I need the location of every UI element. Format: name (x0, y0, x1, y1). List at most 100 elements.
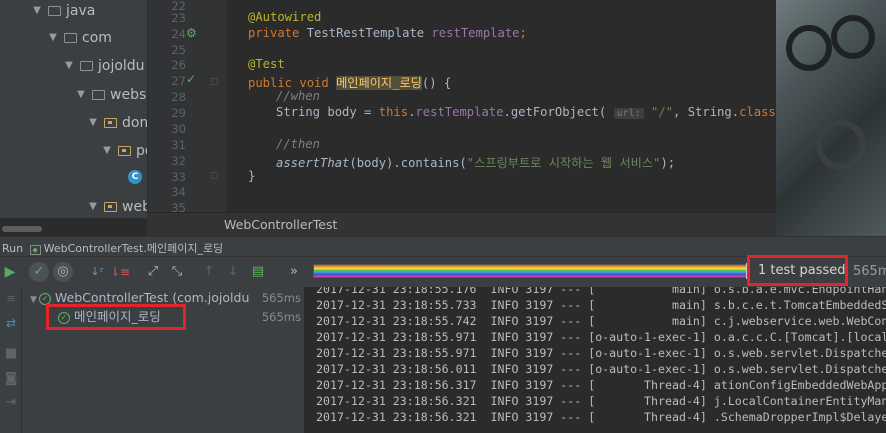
test-passed-icon: ✓ (38, 292, 51, 305)
tree-item-posts[interactable]: ▼ po (100, 140, 147, 162)
tree-item-label: java (66, 3, 96, 19)
line-number: 28 (171, 90, 186, 104)
chevron-down-icon[interactable]: ▼ (74, 84, 88, 106)
line-number: 27 (171, 74, 186, 88)
toggle-list-icon[interactable]: ≡ (1, 289, 21, 309)
test-suite-label: WebControllerTest (com.jojoldu (54, 290, 250, 305)
test-case-duration: 565ms (261, 310, 301, 324)
rerun-icon[interactable]: ▶ (0, 262, 20, 282)
class-icon[interactable]: C (128, 170, 142, 184)
keyword: public void (248, 76, 329, 90)
line-number: 34 (171, 185, 186, 199)
breadcrumb[interactable]: WebControllerTest (224, 217, 337, 232)
method-name: 메인페이지_로딩 (336, 76, 422, 90)
code-line-24: private TestRestTemplate restTemplate; (248, 26, 527, 40)
tree-item-webservice[interactable]: ▼ webse (74, 84, 147, 106)
string-literal: "스프링부트로 시작하는 웹 서비스" (466, 156, 661, 170)
code-text: , String. (673, 105, 740, 119)
previous-failed-icon[interactable]: ↑ (199, 262, 219, 282)
run-config-tab[interactable]: WebControllerTest.메인페이지_로딩 (44, 242, 224, 255)
expand-all-icon[interactable]: ⤢ (143, 262, 163, 282)
line-number: 33 (171, 170, 186, 184)
line-number: 26 (171, 58, 186, 72)
console-line: 2017-12-31 23:18:56.321 INFO 3197 --- [ … (316, 394, 886, 408)
run-config-icon: ◆ (29, 245, 41, 255)
code-editor[interactable]: @Autowired private TestRestTemplate rest… (227, 0, 776, 212)
stop-icon[interactable]: ■ (1, 344, 21, 364)
run-title: Run ◆ WebControllerTest.메인페이지_로딩 (2, 240, 223, 256)
line-number: 23 (171, 11, 186, 25)
tree-item-java[interactable]: ▼ java (30, 0, 95, 22)
field-name: restTemplate (415, 105, 504, 119)
console-output[interactable]: 2017-12-31 23:18:55.176 INFO 3197 --- [ … (305, 287, 886, 433)
test-progress-bar (313, 263, 749, 279)
tree-item-label: dom (122, 115, 147, 131)
line-number: 32 (171, 154, 186, 168)
tree-item-label: com (82, 30, 112, 46)
more-actions-icon[interactable]: » (284, 262, 304, 282)
sort-alphabetically-icon[interactable]: ↓ᶻ (87, 262, 107, 282)
console-line: 2017-12-31 23:18:55.733 INFO 3197 --- [ … (316, 298, 886, 312)
run-panel-header: Run ◆ WebControllerTest.메인페이지_로딩 (0, 236, 886, 257)
folder-icon (48, 6, 61, 16)
code-line-33: } (248, 169, 256, 183)
code-line-23: @Autowired (248, 10, 321, 24)
fold-icon[interactable]: ▢ (210, 77, 219, 87)
exit-icon[interactable]: ⇥ (1, 393, 21, 413)
code-text: String body = (276, 105, 372, 119)
tree-item-label: po (136, 143, 147, 159)
console-line: 2017-12-31 23:18:56.011 INFO 3197 --- [o… (316, 362, 886, 376)
folder-icon (92, 90, 105, 100)
method-call: assertThat (276, 156, 350, 170)
tree-item-web[interactable]: ▼ web (86, 196, 147, 218)
tree-item-label: jojoldu (98, 58, 145, 74)
run-side-toolbar: ≡ ⇄ ■ ◙ ⇥ (0, 287, 22, 433)
test-status-text: 1 test passed (758, 263, 846, 278)
code-line-31: //then (276, 137, 321, 151)
line-number: 24 (171, 27, 186, 41)
type-name: TestRestTemplate (306, 26, 425, 40)
tree-item-com[interactable]: ▼ com (46, 27, 112, 49)
test-suite-duration: 565ms (261, 291, 301, 305)
folder-icon (64, 33, 77, 43)
sort-by-duration-icon[interactable]: ⇂≡ (110, 262, 130, 282)
annotation: @Autowired (248, 10, 322, 24)
code-line-32: assertThat(body).contains("스프링부트로 시작하는 웹… (276, 153, 675, 171)
code-text: (body).contains( (349, 156, 467, 170)
console-line: 2017-12-31 23:18:55.971 INFO 3197 --- [o… (316, 346, 886, 360)
next-failed-icon[interactable]: ↓ (223, 262, 243, 282)
console-line: 2017-12-31 23:18:56.317 INFO 3197 --- [ … (316, 378, 886, 392)
keyword: this (378, 105, 409, 119)
keyword: class (739, 105, 776, 119)
show-ignored-icon[interactable]: ◎ (53, 262, 73, 282)
tree-horizontal-scrollbar[interactable] (0, 224, 147, 234)
tree-item-jojoldu[interactable]: ▼ jojoldu (62, 55, 145, 77)
export-icon[interactable]: ▤ (248, 262, 268, 282)
console-line: 2017-12-31 23:18:55.742 INFO 3197 --- [ … (316, 314, 886, 328)
chevron-down-icon[interactable]: ▼ (46, 27, 60, 49)
bean-run-icon[interactable]: ⚙ (186, 26, 197, 40)
tree-item-label: web (122, 199, 147, 215)
fold-icon[interactable]: ▢ (210, 171, 219, 181)
line-number: 31 (171, 138, 186, 152)
chevron-down-icon[interactable]: ▼ (86, 196, 100, 218)
tree-item-domain[interactable]: ▼ dom (86, 112, 147, 134)
test-passed-gutter-icon[interactable]: ✓ (186, 72, 196, 86)
field-name: restTemplate (431, 26, 520, 40)
annotation: @Test (248, 57, 285, 71)
swap-icon[interactable]: ⇄ (1, 313, 21, 333)
chevron-down-icon[interactable]: ▼ (100, 140, 114, 162)
test-case-highlight (46, 304, 186, 330)
chevron-down-icon[interactable]: ▼ (30, 295, 37, 305)
keyword: private (248, 26, 300, 40)
code-line-28: //when (276, 89, 321, 103)
breadcrumb-bar: WebControllerTest (147, 212, 776, 236)
chevron-down-icon[interactable]: ▼ (30, 0, 44, 22)
chevron-down-icon[interactable]: ▼ (86, 112, 100, 134)
show-passed-icon[interactable]: ✓ (29, 262, 49, 282)
camera-icon[interactable]: ◙ (1, 369, 21, 389)
chevron-down-icon[interactable]: ▼ (62, 55, 76, 77)
folder-icon (80, 61, 93, 71)
code-text: ); (660, 156, 676, 170)
collapse-all-icon[interactable]: ⤡ (167, 262, 187, 282)
